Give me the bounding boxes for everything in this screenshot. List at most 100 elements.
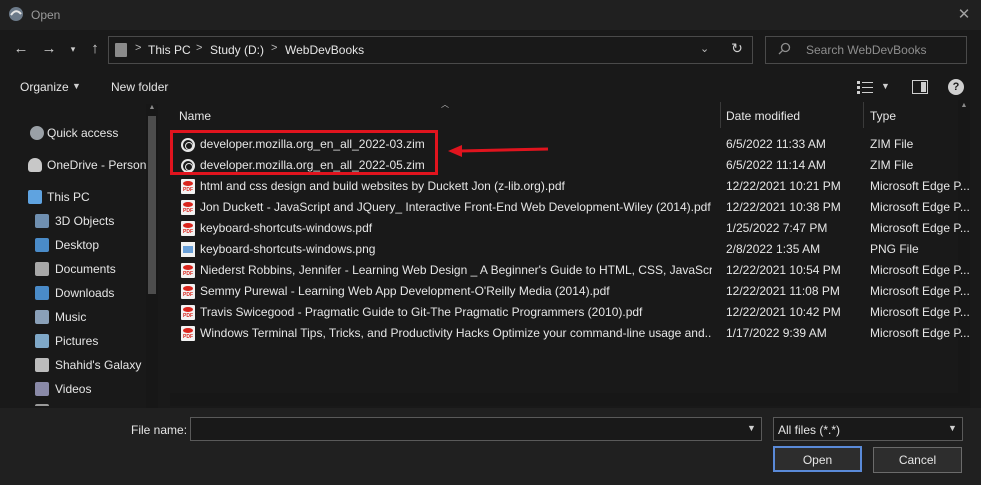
breadcrumb-separator-icon: >: [135, 42, 142, 54]
file-row[interactable]: html and css design and build websites b…: [175, 176, 970, 197]
scroll-up-icon[interactable]: ▲: [958, 102, 970, 109]
help-icon[interactable]: ?: [948, 79, 964, 95]
file-type: Microsoft Edge P...: [870, 221, 970, 235]
pdf-file-icon: [181, 305, 195, 320]
back-arrow-icon[interactable]: ←: [10, 38, 32, 60]
breadcrumb-separator-icon: >: [271, 42, 278, 54]
folder-icon: [115, 43, 127, 57]
sidebar-item-this-pc[interactable]: This PC: [0, 186, 158, 208]
phone-icon: [35, 358, 49, 372]
sidebar-item-label: 3D Objects: [55, 214, 115, 228]
sidebar-item-documents[interactable]: Documents: [0, 258, 158, 280]
close-icon[interactable]: ✕: [952, 4, 976, 26]
file-type: PNG File: [870, 242, 919, 256]
preview-pane-icon[interactable]: [912, 80, 928, 94]
sidebar-item-quick-access[interactable]: Quick access: [0, 122, 158, 144]
scroll-up-icon[interactable]: ▲: [146, 104, 158, 114]
horizontal-scrollbar[interactable]: [170, 393, 970, 406]
open-button[interactable]: Open: [773, 446, 862, 472]
music-icon: [35, 310, 49, 324]
column-divider[interactable]: [863, 102, 864, 128]
forward-arrow-icon[interactable]: →: [38, 38, 60, 60]
cancel-button[interactable]: Cancel: [873, 447, 962, 473]
sidebar-item-onedrive-person[interactable]: OneDrive - Person: [0, 154, 158, 176]
file-date-modified: 1/25/2022 7:47 PM: [726, 221, 828, 235]
file-name: Windows Terminal Tips, Tricks, and Produ…: [200, 326, 712, 340]
file-name-input[interactable]: [190, 417, 762, 441]
file-row[interactable]: Niederst Robbins, Jennifer - Learning We…: [175, 260, 970, 281]
pdf-file-icon: [181, 179, 195, 194]
recent-dropdown-icon[interactable]: ▾: [62, 38, 84, 60]
file-row[interactable]: keyboard-shortcuts-windows.png 2/8/2022 1…: [175, 239, 970, 260]
file-row[interactable]: Jon Duckett - JavaScript and JQuery_ Int…: [175, 197, 970, 218]
file-type: Microsoft Edge P...: [870, 326, 970, 340]
breadcrumb-separator-icon: >: [196, 42, 203, 54]
organize-button[interactable]: Organize: [20, 80, 69, 94]
chevron-down-icon[interactable]: ▼: [881, 81, 890, 91]
address-dropdown-icon[interactable]: ⌄: [700, 42, 709, 55]
address-bar[interactable]: [108, 36, 753, 64]
column-divider[interactable]: [720, 102, 721, 128]
chevron-down-icon[interactable]: ▼: [948, 423, 957, 433]
document-icon: [35, 262, 49, 276]
sidebar-item-label: Videos: [55, 382, 92, 396]
breadcrumb-this-pc[interactable]: This PC: [148, 43, 191, 57]
chevron-down-icon[interactable]: ▼: [747, 423, 756, 433]
sidebar-item-downloads[interactable]: Downloads: [0, 282, 158, 304]
sidebar-item-shahid-s-galaxy[interactable]: Shahid's Galaxy: [0, 354, 158, 376]
computer-icon: [28, 190, 42, 204]
navigation-pane[interactable]: Quick access OneDrive - Person This PC 3D O…: [0, 104, 158, 406]
new-folder-button[interactable]: New folder: [111, 80, 168, 94]
file-name: keyboard-shortcuts-windows.png: [200, 242, 376, 256]
file-name: keyboard-shortcuts-windows.pdf: [200, 221, 373, 235]
file-date-modified: 12/22/2021 10:21 PM: [726, 179, 841, 193]
file-type: Microsoft Edge P...: [870, 263, 970, 277]
sidebar-item-label: Desktop: [55, 238, 100, 252]
sidebar-item-label: This PC: [47, 190, 90, 204]
file-name-label: File name:: [131, 423, 188, 437]
view-options-icon[interactable]: [857, 80, 873, 94]
file-date-modified: 12/22/2021 10:42 PM: [726, 305, 841, 319]
sidebar-item-desktop[interactable]: Desktop: [0, 234, 158, 256]
refresh-icon[interactable]: ↻: [728, 40, 746, 58]
sort-ascending-icon: ︿: [441, 100, 449, 109]
picture-icon: [35, 334, 49, 348]
file-type: Microsoft Edge P...: [870, 179, 970, 193]
up-arrow-icon[interactable]: ↑: [84, 38, 106, 60]
cloud-icon: [28, 158, 42, 172]
png-file-icon: [181, 242, 195, 257]
sidebar-item-label: Downloads: [55, 286, 115, 300]
star-icon: [30, 126, 44, 140]
file-type: ZIM File: [870, 137, 914, 151]
sidebar-item-music[interactable]: Music: [0, 306, 158, 328]
pdf-file-icon: [181, 326, 195, 341]
column-header-name[interactable]: Name: [179, 109, 211, 123]
column-header-type[interactable]: Type: [870, 109, 896, 123]
sidebar-item-windows-c[interactable]: Windows (C:): [0, 400, 158, 406]
sidebar-item-label: OneDrive - Person: [47, 158, 147, 172]
window-title: Open: [31, 8, 61, 22]
sidebar-item-videos[interactable]: Videos: [0, 378, 158, 400]
file-name: Travis Swicegood - Pragmatic Guide to Gi…: [200, 305, 643, 319]
desktop-icon: [35, 238, 49, 252]
file-row[interactable]: Windows Terminal Tips, Tricks, and Produ…: [175, 323, 970, 344]
sidebar-item-label: Documents: [55, 262, 116, 276]
breadcrumb-study-drive[interactable]: Study (D:): [210, 43, 264, 57]
annotation-arrow: [448, 145, 549, 157]
file-name: Jon Duckett - JavaScript and JQuery_ Int…: [200, 200, 711, 214]
nav-scrollbar-thumb[interactable]: [148, 116, 156, 294]
breadcrumb-webdevbooks[interactable]: WebDevBooks: [285, 43, 364, 57]
pdf-file-icon: [181, 221, 195, 236]
file-row[interactable]: Semmy Purewal - Learning Web App Develop…: [175, 281, 970, 302]
file-row[interactable]: Travis Swicegood - Pragmatic Guide to Gi…: [175, 302, 970, 323]
pdf-file-icon: [181, 284, 195, 299]
sidebar-item-label: Music: [55, 310, 87, 324]
file-date-modified: 1/17/2022 9:39 AM: [726, 326, 827, 340]
sidebar-item-3d-objects[interactable]: 3D Objects: [0, 210, 158, 232]
sidebar-item-label: Windows (C:): [55, 404, 127, 406]
sidebar-item-pictures[interactable]: Pictures: [0, 330, 158, 352]
title-bar: [0, 0, 981, 30]
column-header-date[interactable]: Date modified: [726, 109, 800, 123]
file-row[interactable]: keyboard-shortcuts-windows.pdf 1/25/2022 …: [175, 218, 970, 239]
sidebar-item-label: Shahid's Galaxy: [55, 358, 142, 372]
